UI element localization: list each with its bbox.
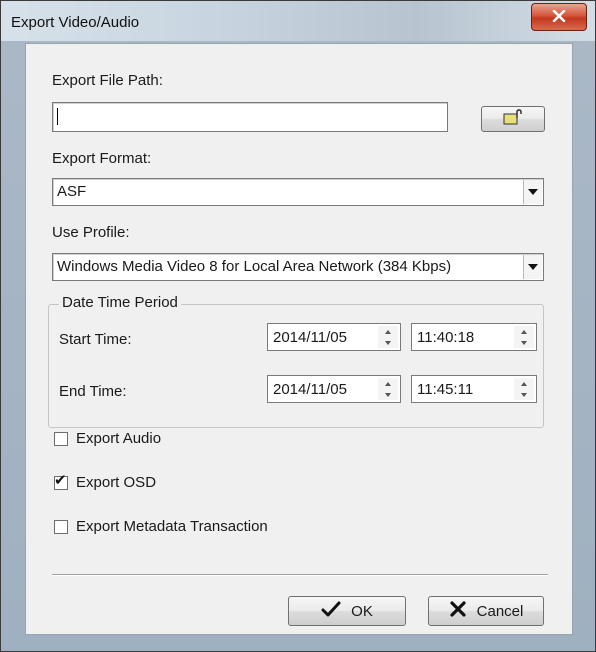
chevron-down-icon[interactable] [523,180,542,204]
export-osd-checkbox[interactable]: ✔ [54,471,68,490]
start-date-spinbox[interactable]: 2014/11/05 [267,323,401,351]
dialog-body: Export File Path: Export Format: ASF Use… [25,43,573,635]
ok-button[interactable]: OK [288,596,406,626]
spin-up-icon[interactable] [514,378,534,389]
start-time-spinbox[interactable]: 11:40:18 [411,323,537,351]
divider [52,574,548,576]
use-profile-select[interactable]: Windows Media Video 8 for Local Area Net… [52,253,544,281]
text-caret [57,107,58,125]
spin-up-icon[interactable] [378,326,398,337]
end-date-value: 2014/11/05 [273,381,347,398]
start-time-label: Start Time: [59,331,132,348]
spin-down-icon[interactable] [514,337,534,348]
folder-open-icon [503,109,523,129]
export-file-path-label: Export File Path: [52,72,163,89]
title-bar[interactable]: Export Video/Audio [1,1,595,41]
export-format-value: ASF [57,183,87,200]
export-metadata-label: Export Metadata Transaction [76,518,268,535]
end-date-spinbox[interactable]: 2014/11/05 [267,375,401,403]
end-time-value: 11:45:11 [417,381,474,398]
export-format-select[interactable]: ASF [52,178,544,206]
export-metadata-checkbox[interactable] [54,519,68,534]
checkmark-icon [321,601,341,621]
checkmark-icon: ✔ [54,471,67,489]
export-dialog-window: Export Video/Audio Export File Path: Exp [0,0,596,652]
export-osd-label: Export OSD [76,474,157,491]
spin-up-icon[interactable] [514,326,534,337]
start-time-value: 11:40:18 [417,329,475,346]
export-osd-option[interactable]: ✔ Export OSD [54,471,157,491]
browse-folder-button[interactable] [481,106,545,132]
export-audio-checkbox[interactable] [54,431,68,446]
spin-up-icon[interactable] [378,378,398,389]
use-profile-value: Windows Media Video 8 for Local Area Net… [57,258,452,275]
spin-down-icon[interactable] [378,389,398,400]
cancel-label: Cancel [476,602,524,620]
close-icon [552,9,566,26]
ok-label: OK [351,602,373,620]
end-time-label: End Time: [59,383,127,400]
cancel-x-icon [449,601,467,621]
spin-down-icon[interactable] [514,389,534,400]
export-audio-option[interactable]: Export Audio [54,430,161,447]
spin-down-icon[interactable] [378,337,398,348]
date-time-period-title: Date Time Period [59,294,181,311]
window-title: Export Video/Audio [11,14,140,31]
end-time-spinbox[interactable]: 11:45:11 [411,375,537,403]
use-profile-label: Use Profile: [52,224,130,241]
cancel-button[interactable]: Cancel [428,596,544,626]
close-button[interactable] [531,3,587,31]
chevron-down-icon[interactable] [523,255,542,279]
export-metadata-option[interactable]: Export Metadata Transaction [54,518,268,535]
export-file-path-input[interactable] [52,102,448,132]
start-date-value: 2014/11/05 [273,329,347,346]
export-format-label: Export Format: [52,150,152,167]
export-audio-label: Export Audio [76,430,162,447]
date-time-period-group: Date Time Period Start Time: 2014/11/05 … [48,294,544,428]
